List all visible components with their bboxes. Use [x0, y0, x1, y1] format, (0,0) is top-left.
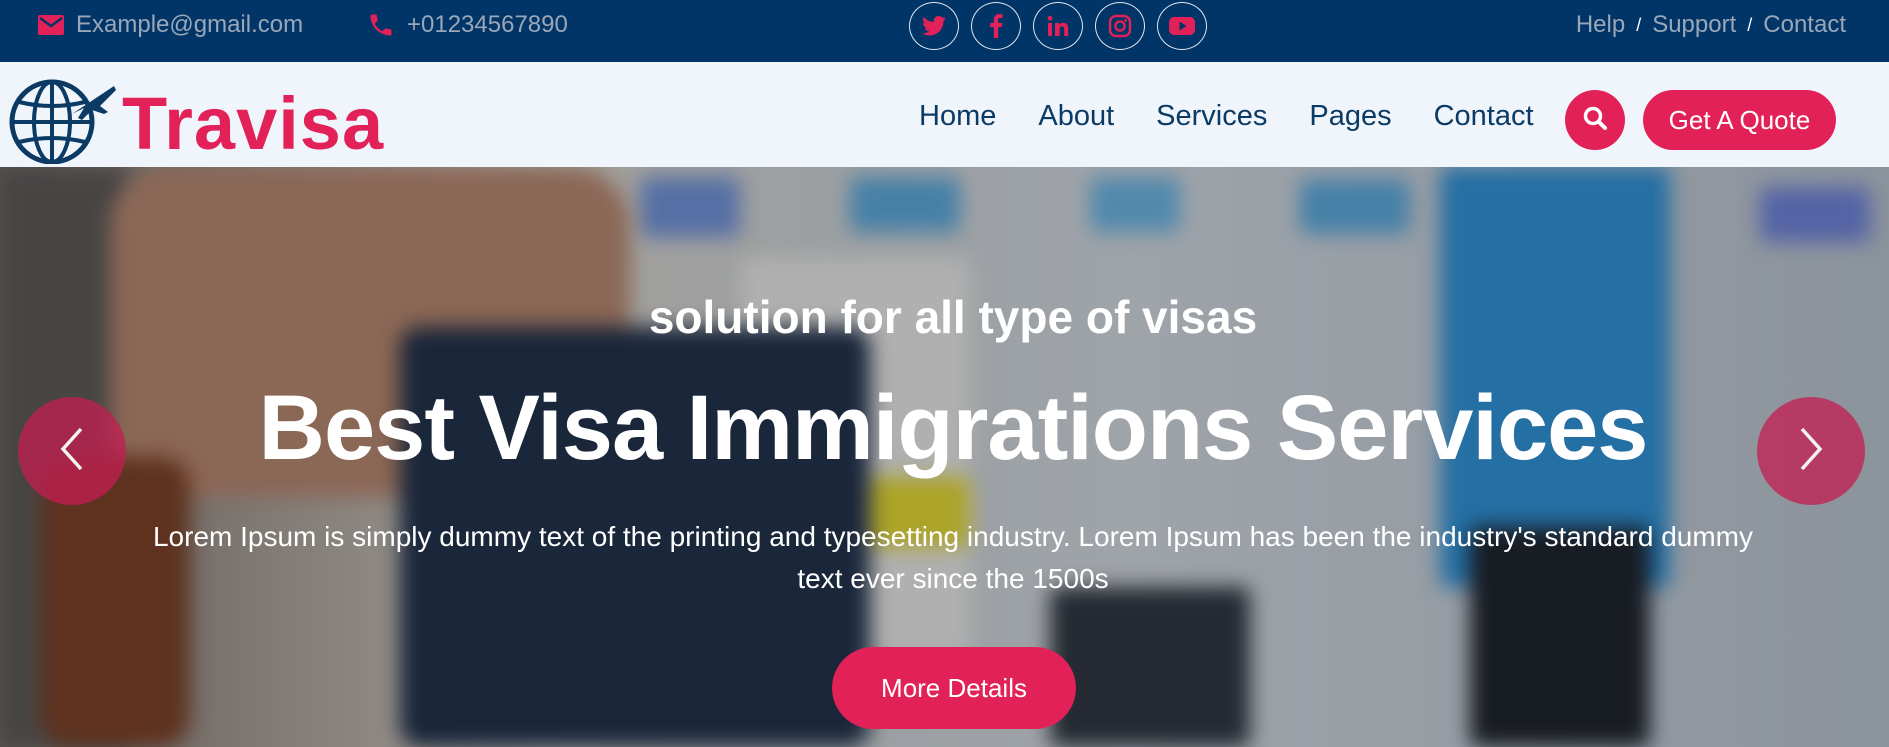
facebook-icon[interactable]: [971, 2, 1021, 50]
chevron-right-icon: [1796, 425, 1826, 478]
phone-text[interactable]: +01234567890: [407, 11, 568, 39]
brand[interactable]: Travisa: [4, 78, 384, 169]
instagram-icon[interactable]: [1095, 2, 1145, 50]
help-link[interactable]: Help: [1576, 11, 1625, 39]
nav-item-contact[interactable]: Contact: [1434, 102, 1534, 131]
top-bar: Example@gmail.com +01234567890 Help / Su…: [0, 0, 1889, 62]
topbar-email[interactable]: Example@gmail.com: [38, 0, 303, 50]
chevron-left-icon: [57, 425, 87, 478]
phone-icon: [367, 11, 395, 39]
nav-menu: Home About Services Pages Contact: [919, 102, 1534, 131]
top-links: Help / Support / Contact: [1576, 0, 1846, 50]
topbar-phone[interactable]: +01234567890: [367, 0, 568, 50]
link-separator: /: [1636, 14, 1642, 35]
carousel-next-button[interactable]: [1757, 397, 1865, 505]
twitter-icon[interactable]: [909, 2, 959, 50]
search-button[interactable]: [1565, 90, 1625, 150]
brand-name[interactable]: Travisa: [122, 86, 384, 161]
carousel-prev-button[interactable]: [18, 397, 126, 505]
hero-description: Lorem Ipsum is simply dummy text of the …: [152, 521, 1753, 594]
link-separator: /: [1747, 14, 1753, 35]
youtube-icon[interactable]: [1157, 2, 1207, 50]
more-details-button[interactable]: More Details: [832, 647, 1076, 729]
hero-section: solution for all type of visas Best Visa…: [0, 167, 1889, 747]
nav-item-home[interactable]: Home: [919, 102, 996, 131]
main-navbar: Travisa Home About Services Pages Contac…: [0, 62, 1889, 167]
search-icon: [1582, 105, 1608, 136]
hero-content: solution for all type of visas Best Visa…: [0, 167, 1889, 747]
nav-item-about[interactable]: About: [1038, 102, 1114, 131]
globe-plane-logo-icon: [4, 78, 116, 169]
support-link[interactable]: Support: [1652, 11, 1736, 39]
nav-item-pages[interactable]: Pages: [1309, 102, 1391, 131]
nav-item-services[interactable]: Services: [1156, 102, 1267, 131]
get-quote-button[interactable]: Get A Quote: [1643, 90, 1836, 150]
email-text[interactable]: Example@gmail.com: [76, 11, 303, 39]
social-links: [909, 2, 1207, 50]
envelope-icon: [38, 15, 64, 35]
contact-link[interactable]: Contact: [1763, 11, 1846, 39]
hero-title: Best Visa Immigrations Services: [258, 377, 1649, 479]
linkedin-icon[interactable]: [1033, 2, 1083, 50]
hero-subtitle: solution for all type of visas: [648, 291, 1258, 343]
